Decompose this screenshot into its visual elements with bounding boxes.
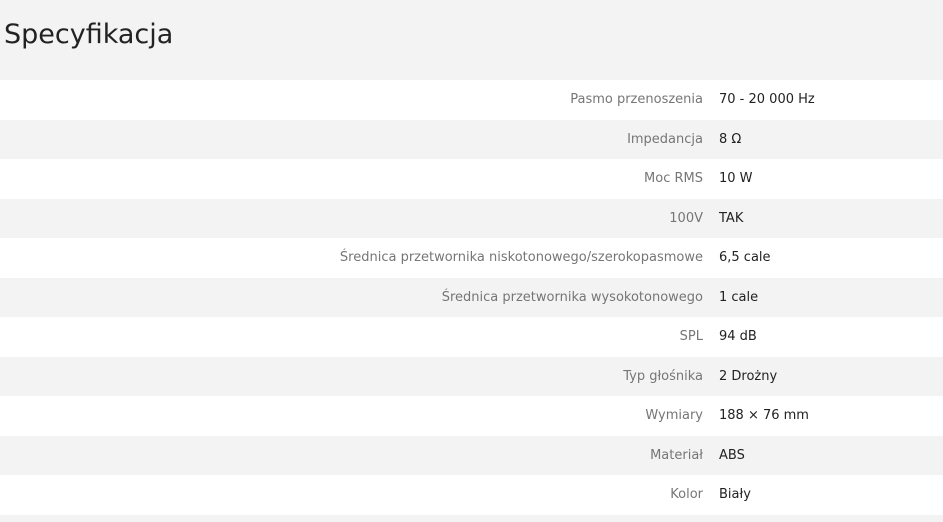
spec-value: 6,5 cale (719, 250, 771, 266)
page: Specyfikacja Pasmo przenoszenia 70 - 20 … (0, 0, 943, 522)
spec-value: 2 Drożny (719, 368, 778, 384)
spec-label: Materiał (650, 447, 703, 463)
spec-value: 188 × 76 mm (719, 408, 809, 424)
spec-table: Pasmo przenoszenia 70 - 20 000 Hz Impeda… (0, 80, 943, 515)
spec-row: Wymiary 188 × 76 mm (0, 396, 943, 436)
spec-value: 8 Ω (719, 131, 742, 147)
spec-row: Pasmo przenoszenia 70 - 20 000 Hz (0, 80, 943, 120)
spec-value: Biały (719, 487, 751, 503)
spec-label: Kolor (670, 487, 703, 503)
spec-row: SPL 94 dB (0, 317, 943, 357)
spec-row: Średnica przetwornika wysokotonowego 1 c… (0, 277, 943, 317)
spec-label: 100V (669, 210, 703, 226)
spec-label: Wymiary (645, 408, 703, 424)
spec-row: Średnica przetwornika niskotonowego/szer… (0, 238, 943, 278)
spec-label: Moc RMS (644, 171, 703, 187)
spec-value: TAK (719, 210, 744, 226)
section-title: Specyfikacja (4, 19, 174, 50)
spec-row: Impedancja 8 Ω (0, 119, 943, 159)
spec-label: Średnica przetwornika wysokotonowego (441, 289, 703, 305)
spec-label: Pasmo przenoszenia (570, 92, 703, 108)
spec-row: Typ głośnika 2 Drożny (0, 356, 943, 396)
spec-label: Średnica przetwornika niskotonowego/szer… (339, 250, 703, 266)
spec-value: ABS (719, 447, 745, 463)
spec-value: 1 cale (719, 289, 759, 305)
spec-label: Impedancja (627, 131, 703, 147)
spec-value: 10 W (719, 171, 753, 187)
spec-row: Materiał ABS (0, 435, 943, 475)
spec-value: 70 - 20 000 Hz (719, 92, 815, 108)
spec-row: 100V TAK (0, 198, 943, 238)
spec-label: Typ głośnika (623, 368, 703, 384)
spec-row: Kolor Biały (0, 475, 943, 515)
spec-value: 94 dB (719, 329, 757, 345)
spec-row: Moc RMS 10 W (0, 159, 943, 199)
spec-label: SPL (679, 329, 703, 345)
